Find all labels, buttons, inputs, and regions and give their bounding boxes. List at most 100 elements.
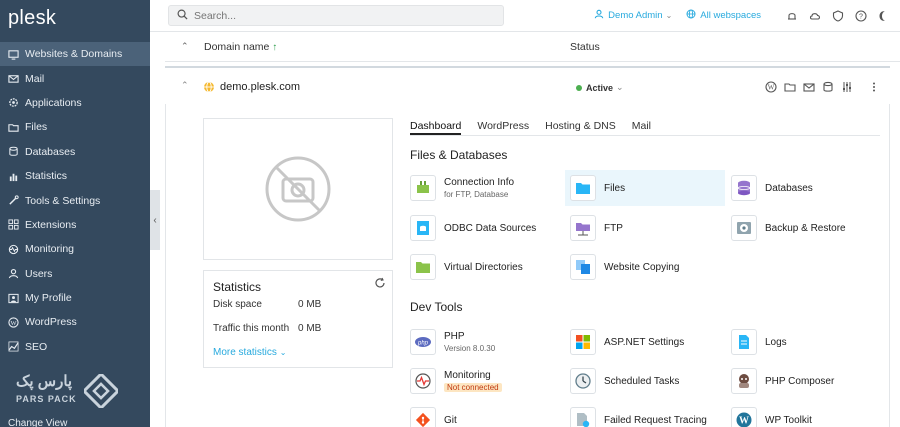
tool-php[interactable]: php PHP Version 8.0.30 — [410, 324, 560, 360]
tool-backup-restore[interactable]: Backup & Restore — [731, 210, 881, 246]
tool-files[interactable]: Files — [565, 170, 725, 206]
tool-label: Website Copying — [604, 261, 680, 273]
plesk-logo[interactable]: plesk — [8, 7, 56, 30]
collapse-icon[interactable]: ⌃ — [181, 80, 189, 91]
sidebar-item-tools-settings[interactable]: Tools & Settings — [0, 188, 150, 212]
composer-icon — [731, 368, 757, 394]
statistics-card: Statistics Disk space 0 MB Traffic this … — [203, 270, 393, 368]
sidebar-item-monitoring[interactable]: Monitoring — [0, 237, 150, 261]
more-options-icon[interactable] — [868, 81, 880, 93]
sidebar-item-wordpress[interactable]: W WordPress — [0, 310, 150, 334]
tool-label: PHP Composer — [765, 375, 835, 387]
column-header-status[interactable]: Status — [570, 41, 600, 53]
database-icon — [8, 146, 19, 157]
aspnet-icon — [570, 329, 596, 355]
status-badge[interactable]: Active ⌄ — [576, 82, 624, 93]
tool-failed-request-tracing[interactable]: Failed Request Tracing — [570, 402, 720, 427]
sidebar-item-my-profile[interactable]: My Profile — [0, 286, 150, 310]
sidebar-item-label: Mail — [25, 72, 45, 85]
statistics-title: Statistics — [213, 280, 262, 294]
help-icon[interactable]: ? — [855, 9, 867, 22]
tab-wordpress[interactable]: WordPress — [477, 120, 529, 135]
sidebar-item-applications[interactable]: Applications — [0, 91, 150, 115]
sidebar-nav: Websites & Domains Mail Applications Fil… — [0, 42, 150, 359]
tool-ftp[interactable]: FTP — [570, 210, 720, 246]
tool-git[interactable]: Git — [410, 402, 560, 427]
tool-databases[interactable]: Databases — [731, 170, 881, 206]
sidebar-item-websites-domains[interactable]: Websites & Domains — [0, 42, 150, 67]
sidebar-item-databases[interactable]: Databases — [0, 140, 150, 164]
sidebar-item-statistics[interactable]: Statistics — [0, 164, 150, 188]
sidebar-item-seo[interactable]: SEO — [0, 335, 150, 359]
traffic-value: 0 MB — [298, 323, 322, 334]
sidebar-item-mail[interactable]: Mail — [0, 66, 150, 90]
tool-aspnet-settings[interactable]: ASP.NET Settings — [570, 324, 720, 360]
tab-hosting-dns[interactable]: Hosting & DNS — [545, 120, 616, 135]
traffic-label: Traffic this month — [213, 323, 290, 334]
webspaces-label: All webspaces — [700, 10, 761, 21]
tool-logs[interactable]: Logs — [731, 324, 881, 360]
sidebar-item-label: Monitoring — [25, 243, 75, 256]
tool-connection-info[interactable]: Connection Info for FTP, Database — [410, 170, 560, 206]
moon-icon[interactable] — [878, 10, 890, 22]
cloud-icon[interactable] — [809, 10, 821, 22]
tool-label: Logs — [765, 336, 787, 348]
user-menu[interactable]: Demo Admin ⌄ — [594, 9, 672, 22]
sidebar-item-files[interactable]: Files — [0, 115, 150, 139]
sidebar-item-change-view[interactable]: Change View — [8, 418, 67, 427]
tool-label: Failed Request Tracing — [604, 414, 707, 426]
tool-virtual-directories[interactable]: Virtual Directories — [410, 249, 560, 285]
tool-monitoring[interactable]: Monitoring Not connected — [410, 363, 560, 399]
section-title-files-databases: Files & Databases — [410, 148, 508, 162]
php-icon: php — [410, 329, 436, 355]
tool-odbc-data-sources[interactable]: ODBC Data Sources — [410, 210, 560, 246]
sidebar: plesk Websites & Domains Mail Applicatio… — [0, 0, 150, 427]
search-icon — [177, 9, 188, 23]
folder-icon — [410, 254, 436, 280]
folder-icon[interactable] — [784, 81, 796, 93]
more-statistics-link[interactable]: More statistics ⌄ — [213, 347, 286, 358]
website-preview[interactable] — [203, 118, 393, 260]
git-icon — [410, 407, 436, 427]
tool-scheduled-tasks[interactable]: Scheduled Tasks — [570, 363, 720, 399]
status-dot — [576, 84, 582, 91]
notifications-icon[interactable] — [786, 10, 798, 22]
seo-icon — [8, 341, 19, 352]
column-header-domain[interactable]: Domain name ↑ — [204, 41, 277, 53]
tool-website-copying[interactable]: Website Copying — [570, 249, 720, 285]
topbar-actions: Demo Admin ⌄ All webspaces ? — [594, 9, 890, 22]
tool-label: Virtual Directories — [444, 261, 523, 273]
tool-label: Backup & Restore — [765, 222, 846, 234]
search-box[interactable] — [168, 5, 504, 26]
logs-icon — [731, 329, 757, 355]
mail-icon[interactable] — [803, 81, 815, 93]
tab-dashboard[interactable]: Dashboard — [410, 120, 462, 135]
tool-sublabel: Version 8.0.30 — [444, 344, 496, 353]
mail-icon — [8, 73, 19, 84]
wordpress-icon[interactable]: W — [765, 81, 777, 93]
plug-icon — [410, 175, 436, 201]
sidebar-item-label: Statistics — [25, 170, 68, 183]
database-icon[interactable] — [822, 81, 834, 93]
tool-wp-toolkit[interactable]: W WP Toolkit — [731, 402, 881, 427]
topbar: Demo Admin ⌄ All webspaces ? — [150, 0, 900, 32]
domain-name[interactable]: demo.plesk.com — [220, 81, 300, 93]
sidebar-item-label: SEO — [25, 340, 48, 353]
search-input[interactable] — [194, 9, 474, 22]
sidebar-item-label: Databases — [25, 145, 76, 158]
sidebar-item-extensions[interactable]: Extensions — [0, 213, 150, 237]
sidebar-item-users[interactable]: Users — [0, 262, 150, 286]
tab-mail[interactable]: Mail — [632, 120, 651, 135]
shield-icon[interactable] — [832, 9, 844, 22]
webspaces-menu[interactable]: All webspaces — [686, 9, 761, 22]
sidebar-collapse-button[interactable]: ‹ — [150, 190, 160, 250]
refresh-icon[interactable] — [374, 277, 386, 289]
chart-icon — [8, 171, 19, 182]
sidebar-item-label: Users — [25, 267, 53, 280]
domain-quick-tools: W — [765, 81, 887, 93]
odbc-icon — [410, 215, 436, 241]
sliders-icon[interactable] — [841, 81, 853, 93]
expand-all-icon[interactable]: ⌃ — [181, 41, 189, 52]
domain-tabs: Dashboard WordPress Hosting & DNS Mail — [410, 120, 880, 136]
tool-php-composer[interactable]: PHP Composer — [731, 363, 881, 399]
